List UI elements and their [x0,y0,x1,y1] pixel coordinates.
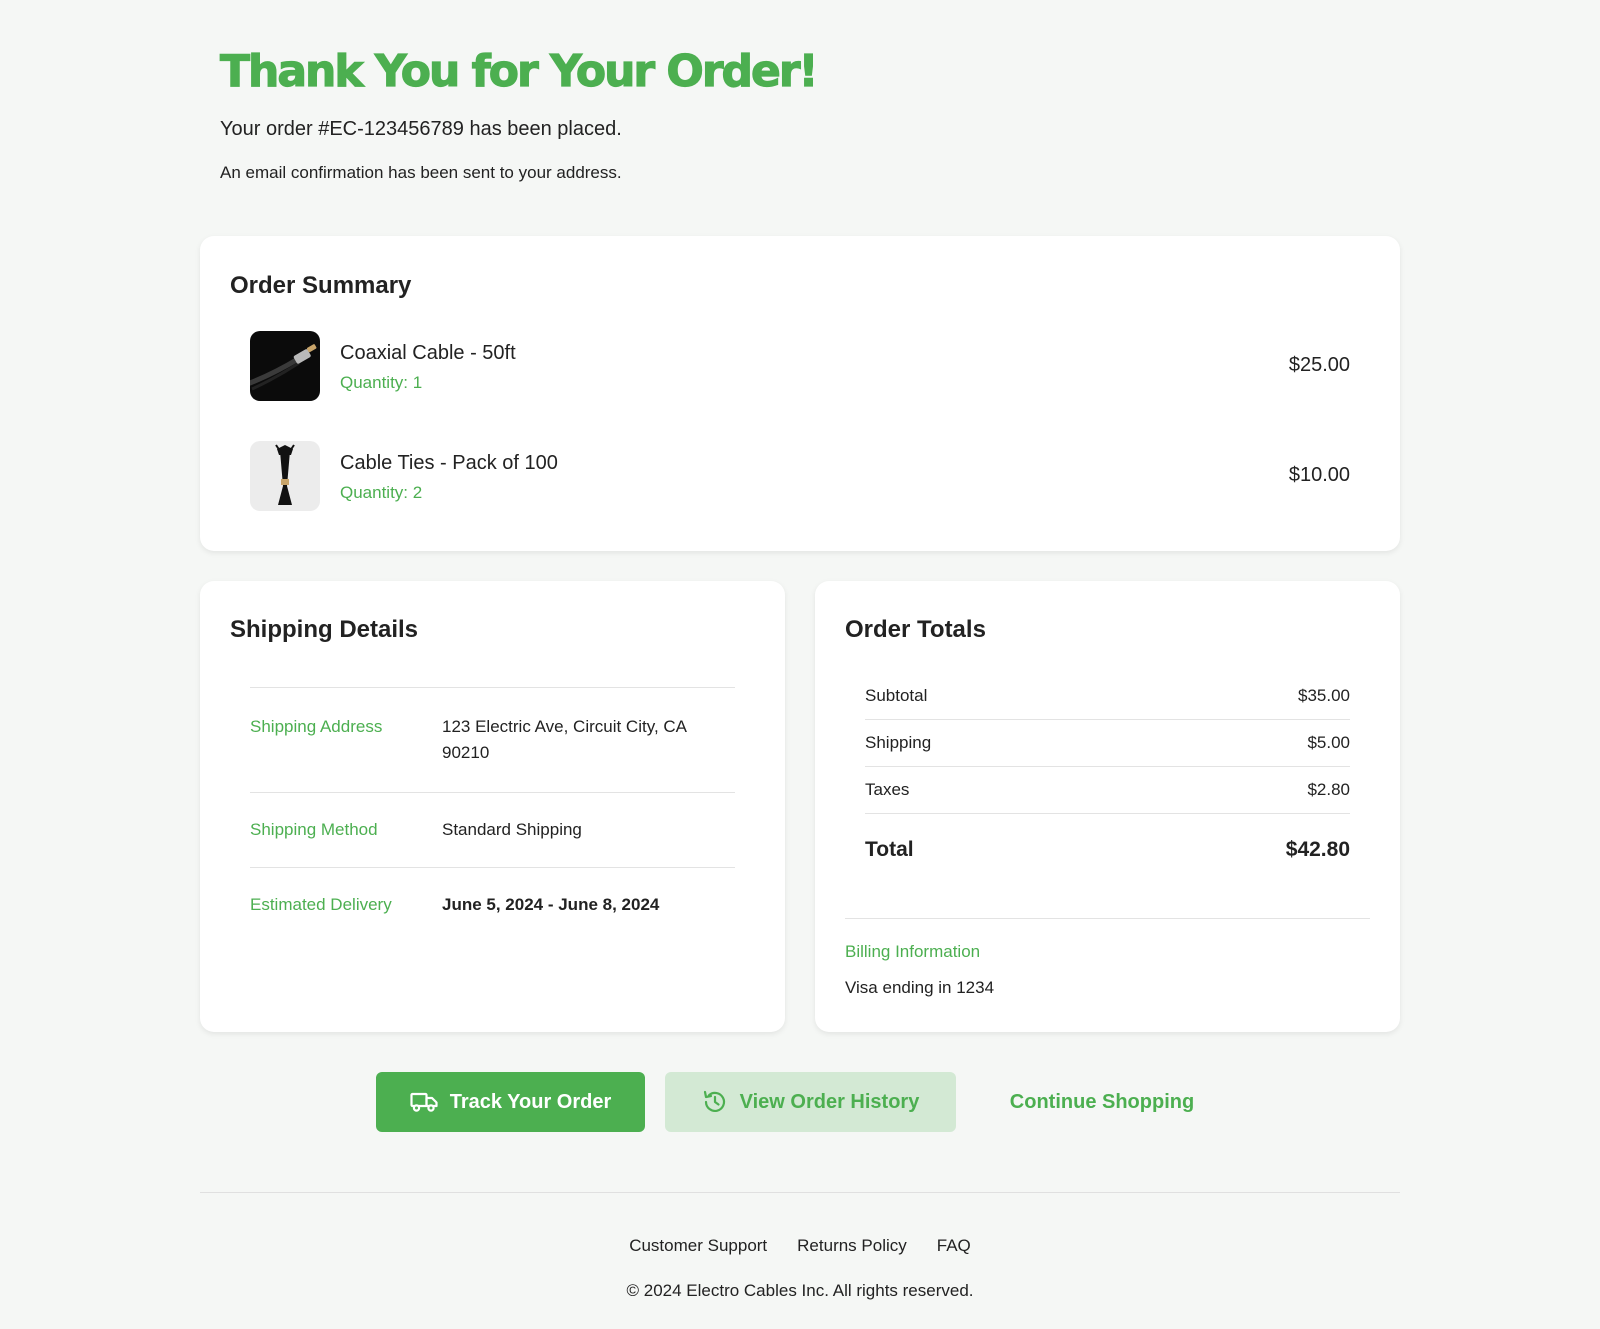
cable-ties-image [250,441,320,511]
subtotal-value: $35.00 [1298,686,1350,705]
continue-shopping-label: Continue Shopping [1009,1090,1195,1113]
taxes-row: Taxes $2.80 [865,767,1350,814]
truck-icon [410,1092,438,1112]
returns-policy-link[interactable]: Returns Policy [797,1236,907,1256]
shipping-cost-label: Shipping [865,733,932,752]
taxes-label: Taxes [865,780,910,799]
total-value: $42.80 [1285,838,1350,861]
item-price: $25.00 [1288,354,1350,376]
order-item: Coaxial Cable - 50ft Quantity: 1 $25.00 [250,331,1350,401]
total-row: Total $42.80 [865,814,1350,886]
estimated-delivery-row: Estimated Delivery June 5, 2024 - June 8… [250,867,735,942]
shipping-address-value: 123 Electric Ave, Circuit City, CA 90210 [442,717,687,762]
item-quantity: Quantity: 2 [340,483,423,502]
subtotal-label: Subtotal [865,686,928,705]
shipping-details-card: Shipping Details Shipping Address 123 El… [200,581,785,1032]
shipping-address-row: Shipping Address 123 Electric Ave, Circu… [250,687,735,792]
order-number-text: Your order #EC-123456789 has been placed… [220,118,622,140]
order-totals-card: Order Totals Subtotal $35.00 Shipping $5… [815,581,1400,1032]
totals-table: Subtotal $35.00 Shipping $5.00 Taxes $2.… [865,673,1350,886]
faq-link[interactable]: FAQ [937,1236,971,1256]
divider [845,918,1370,919]
subtotal-row: Subtotal $35.00 [865,673,1350,720]
shipping-method-value: Standard Shipping [442,820,582,839]
footer-divider [200,1192,1400,1193]
billing-information-label: Billing Information [845,942,981,961]
order-summary-title: Order Summary [230,272,412,299]
estimated-delivery-label: Estimated Delivery [250,895,392,914]
order-totals-title: Order Totals [845,616,986,643]
shipping-details-title: Shipping Details [230,616,419,643]
shipping-cost-value: $5.00 [1307,733,1350,752]
shipping-details-table: Shipping Address 123 Electric Ave, Circu… [250,687,735,942]
item-name: Coaxial Cable - 50ft [340,342,516,364]
billing-information-value: Visa ending in 1234 [845,978,995,997]
shipping-method-row: Shipping Method Standard Shipping [250,792,735,867]
copyright-text: © 2024 Electro Cables Inc. All rights re… [626,1281,974,1300]
item-name: Cable Ties - Pack of 100 [340,452,558,474]
page-title: Thank You for Your Order! [219,45,819,97]
email-confirmation-text: An email confirmation has been sent to y… [220,163,622,182]
view-order-history-button[interactable]: View Order History [665,1072,956,1132]
footer-links: Customer Support Returns Policy FAQ [200,1236,1400,1256]
item-quantity: Quantity: 1 [340,373,423,392]
track-order-button[interactable]: Track Your Order [376,1072,645,1132]
track-order-label: Track Your Order [449,1090,612,1113]
total-label: Total [865,838,914,861]
history-icon [703,1090,725,1112]
order-summary-card: Order Summary Coaxial Cable - 50ft Quant… [200,236,1400,551]
taxes-value: $2.80 [1307,780,1350,799]
item-price: $10.00 [1288,464,1350,486]
shipping-method-label: Shipping Method [250,820,378,839]
coaxial-cable-image [250,331,320,401]
shipping-cost-row: Shipping $5.00 [865,720,1350,767]
order-item: Cable Ties - Pack of 100 Quantity: 2 $10… [250,441,1350,511]
customer-support-link[interactable]: Customer Support [629,1236,767,1256]
estimated-delivery-value: June 5, 2024 - June 8, 2024 [442,895,660,914]
continue-shopping-button[interactable]: Continue Shopping [976,1072,1228,1132]
shipping-address-label: Shipping Address [250,717,383,736]
view-order-history-label: View Order History [739,1090,920,1113]
